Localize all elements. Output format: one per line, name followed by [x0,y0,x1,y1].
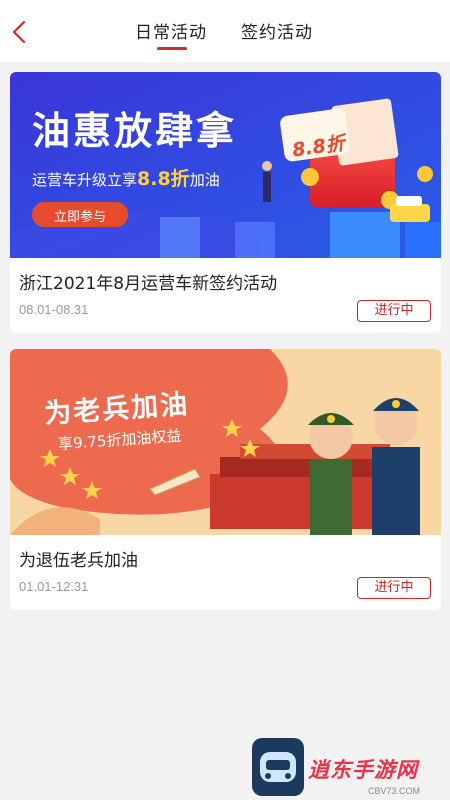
tab-signing-activities[interactable]: 签约活动 [241,18,313,43]
active-tab-indicator [157,47,187,50]
banner-headline: 油惠放肆拿 [32,109,238,153]
join-button[interactable]: 立即参与 [32,206,128,225]
car-logo-icon [252,738,304,796]
banner-subline: 运营车升级立享8.8折加油 [32,164,220,191]
tab-daily-activities[interactable]: 日常活动 [135,18,207,43]
watermark-text: 逍东手游网 [308,758,418,782]
activity-date-range: 08.01-08.31 [19,302,89,317]
activity-card[interactable]: 为老兵加油 享9.75折加油权益 为退伍老兵加油 01.01-12.31 进行中 [10,349,441,610]
status-badge: 进行中 [357,577,431,599]
activity-date-range: 01.01-12.31 [19,579,89,594]
banner-subline-suffix: 加油 [189,171,220,189]
back-button[interactable] [8,18,32,46]
activity-card[interactable]: 油惠放肆拿 运营车升级立享8.8折加油 立即参与 8.8折 浙江2021年8月运… [10,72,441,333]
activity-banner[interactable]: 为老兵加油 享9.75折加油权益 [10,349,441,535]
top-bar: 日常活动 签约活动 [0,0,450,62]
chevron-left-icon [12,20,26,44]
banner-subline-highlight: 8.8折 [137,168,190,190]
activity-title: 为退伍老兵加油 [19,551,138,571]
watermark-logo: 逍东手游网 CBV73.COM [252,738,448,798]
watermark-subtext: CBV73.COM [368,786,421,796]
activity-title: 浙江2021年8月运营车新签约活动 [19,274,278,294]
banner-subline-prefix: 运营车升级立享 [32,171,138,189]
status-badge: 进行中 [357,300,431,322]
activity-banner[interactable]: 油惠放肆拿 运营车升级立享8.8折加油 立即参与 8.8折 [10,72,441,258]
